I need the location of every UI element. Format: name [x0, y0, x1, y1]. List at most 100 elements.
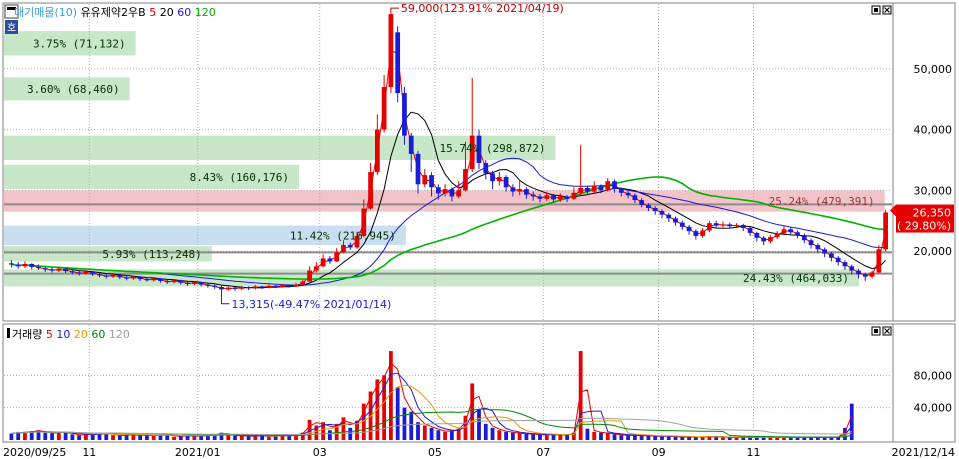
- price-tick-label: 50,000: [914, 63, 953, 76]
- candle-body: [36, 266, 41, 269]
- candle-body: [97, 274, 102, 276]
- candle-body: [42, 268, 48, 270]
- candle-body: [673, 218, 678, 223]
- candle-body: [537, 196, 543, 199]
- volume-bar: [775, 437, 780, 440]
- volume-bar: [673, 436, 678, 440]
- candle-body: [503, 176, 509, 188]
- candle-body: [435, 187, 441, 194]
- candle-body: [307, 270, 312, 282]
- candle-body: [835, 257, 841, 263]
- candle-body: [164, 280, 170, 283]
- volume-bar: [131, 434, 136, 440]
- candle-body: [144, 279, 150, 281]
- candle-body: [212, 285, 218, 287]
- candle-body: [544, 195, 550, 199]
- price-legend-text: 대기매물(10) 유유제약2우B 5 20 60 120: [14, 5, 216, 19]
- candle-body: [571, 192, 577, 199]
- candle-body: [578, 187, 584, 193]
- price-panel-close-icon[interactable]: [882, 5, 892, 15]
- volume-panel-close-icon[interactable]: [882, 326, 892, 336]
- legend-item: 20: [70, 328, 88, 341]
- volume-bar: [416, 422, 420, 440]
- volume-bar: [111, 435, 115, 440]
- volume-bar: [90, 434, 95, 440]
- volume-bar: [172, 436, 176, 440]
- candle-body: [171, 280, 177, 283]
- candle-body: [876, 249, 882, 273]
- candle-body: [327, 258, 333, 262]
- volume-bar: [138, 435, 143, 440]
- volume-bar: [422, 425, 427, 440]
- candle-body: [517, 189, 523, 192]
- candle-body: [761, 237, 766, 242]
- candle-body: [605, 181, 611, 191]
- candle-body: [774, 233, 780, 238]
- candle-body: [740, 225, 746, 229]
- volume-profile-label: 3.75% (71,132): [33, 37, 126, 50]
- volume-bar: [510, 432, 515, 440]
- volume-bar: [43, 432, 48, 440]
- candle-body: [822, 249, 827, 254]
- volume-bar: [619, 435, 624, 440]
- legend-item: 60: [88, 328, 106, 341]
- date-tick-label: 07: [536, 446, 550, 459]
- volume-bar: [639, 435, 644, 440]
- candle-body: [564, 196, 570, 199]
- date-tick-label: 11: [82, 446, 96, 459]
- volume-bar: [192, 436, 197, 440]
- candle-body: [422, 175, 428, 185]
- candle-body: [747, 228, 753, 233]
- candle-body: [56, 268, 62, 271]
- volume-bar: [829, 437, 834, 440]
- candle-body: [15, 264, 21, 267]
- candle-body: [232, 287, 238, 289]
- volume-bar: [558, 435, 563, 440]
- candle-body: [395, 32, 401, 94]
- candle-body: [29, 263, 35, 267]
- candle-body: [137, 276, 143, 280]
- volume-bar: [246, 436, 251, 440]
- date-tick-label: 2021/01: [175, 446, 221, 459]
- volume-bar: [504, 431, 509, 440]
- candle-body: [273, 285, 279, 287]
- price-axis-panel: [892, 2, 956, 322]
- volume-bar: [395, 387, 400, 440]
- volume-bar: [267, 436, 271, 440]
- candle-body: [707, 223, 712, 231]
- candle-body: [808, 240, 814, 246]
- candle-body: [551, 195, 556, 200]
- volume-bar: [585, 428, 590, 440]
- candle-body: [151, 278, 157, 281]
- candle-body: [313, 266, 319, 271]
- volume-bar: [436, 430, 441, 440]
- volume-tick-label: 80,000: [914, 369, 953, 382]
- candle-body: [618, 189, 624, 193]
- volume-bar: [795, 437, 800, 440]
- volume-profile-label: 5.93% (113,248): [102, 248, 201, 261]
- volume-panel-maximize-icon[interactable]: [871, 326, 881, 336]
- volume-tick-label: 40,000: [914, 402, 953, 415]
- candle-body: [510, 187, 516, 192]
- volume-bar: [721, 437, 725, 440]
- candle-body: [178, 280, 184, 283]
- legend-item: 120: [105, 328, 130, 341]
- volume-bar: [538, 434, 542, 440]
- candle-body: [795, 232, 800, 236]
- candle-body: [788, 229, 794, 233]
- volume-bar: [748, 437, 752, 440]
- candle-body: [869, 272, 875, 277]
- candle-body: [246, 287, 251, 289]
- candle-body: [124, 277, 129, 279]
- volume-profile-label: 11.42% (216,945): [290, 229, 396, 242]
- volume-bar: [599, 432, 603, 440]
- price-panel-maximize-icon[interactable]: [871, 5, 881, 15]
- volume-bar: [470, 383, 475, 440]
- price-tick-label: 20,000: [914, 245, 953, 258]
- candle-body: [103, 275, 109, 277]
- candle-body: [429, 175, 434, 188]
- legend-item: 5: [146, 6, 157, 19]
- volume-bar: [490, 427, 495, 440]
- candle-body: [496, 176, 502, 182]
- volume-bar: [497, 430, 502, 440]
